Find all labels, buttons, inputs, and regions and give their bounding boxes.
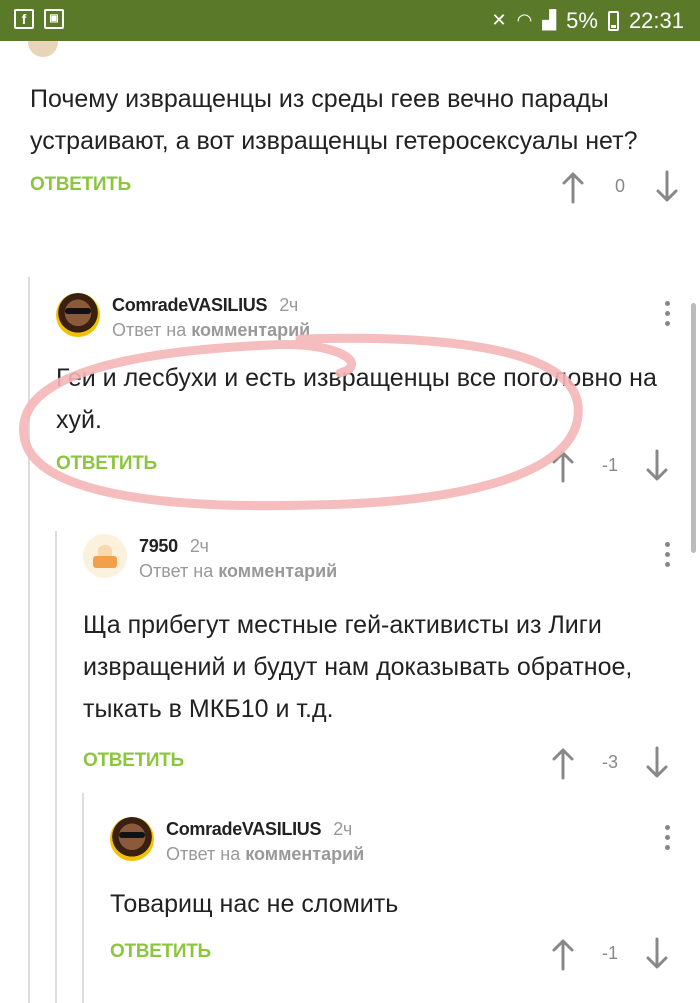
comment-item: ComradeVASILIUS 2ч Ответ на комментарий Г…	[56, 293, 670, 487]
avatar[interactable]	[83, 534, 127, 578]
username[interactable]: ComradeVASILIUS 2ч	[112, 295, 298, 316]
comment-actions: ОТВЕТИТЬ -1	[56, 447, 670, 487]
reply-target-link[interactable]: комментарий	[191, 320, 310, 340]
comment-item: 7950 2ч Ответ на комментарий Ща прибегут …	[83, 534, 670, 784]
previous-comment-header	[28, 41, 58, 57]
comment-text: Товарищ нас не сломить	[110, 890, 399, 918]
reply-target-link[interactable]: комментарий	[218, 561, 337, 581]
mute-icon: ✕	[491, 10, 507, 30]
comment-item: ComradeVASILIUS 2ч Ответ на комментарий Т…	[110, 817, 670, 975]
comment-time: 2ч	[333, 819, 352, 839]
avatar[interactable]	[56, 293, 100, 337]
upvote-icon[interactable]	[560, 170, 586, 204]
scrollbar[interactable]	[691, 303, 696, 553]
comment-time: 2ч	[279, 295, 298, 315]
reply-button[interactable]: ОТВЕТИТЬ	[83, 750, 184, 772]
reply-to-line: Ответ на комментарий	[166, 844, 365, 864]
username[interactable]: ComradeVASILIUS 2ч	[166, 819, 352, 840]
reply-button[interactable]: ОТВЕТИТЬ	[56, 453, 157, 475]
vote-controls: -3	[550, 744, 670, 784]
battery-percent: 5%	[566, 7, 598, 33]
upvote-icon[interactable]	[550, 937, 576, 971]
comment-header: ComradeVASILIUS 2ч Ответ на комментарий	[110, 817, 670, 871]
comment-score: -3	[601, 752, 618, 772]
avatar[interactable]	[110, 817, 154, 861]
comment-actions: ОТВЕТИТЬ -1	[110, 935, 670, 975]
reply-button[interactable]: ОТВЕТИТЬ	[110, 941, 211, 963]
upvote-icon[interactable]	[550, 746, 576, 780]
reply-to-line: Ответ на комментарий	[112, 320, 311, 340]
vote-controls: -1	[550, 447, 670, 487]
comment-score: 0	[614, 176, 625, 196]
status-bar: f ▣ ✕ ◠ ▟ 5% 22:31	[0, 0, 700, 41]
avatar	[28, 41, 58, 57]
downvote-icon[interactable]	[644, 746, 670, 780]
wifi-icon: ◠	[516, 10, 533, 30]
gallery-icon: ▣	[44, 9, 64, 29]
vote-controls: -1	[550, 935, 670, 975]
reply-to-line: Ответ на комментарий	[139, 561, 338, 581]
downvote-icon[interactable]	[654, 170, 680, 204]
facebook-icon: f	[14, 9, 34, 29]
more-options-icon[interactable]	[664, 825, 670, 850]
thread-line	[28, 277, 30, 1003]
username[interactable]: 7950 2ч	[139, 536, 209, 557]
comment-text: Ща прибегут местные гей-активисты из Лиг…	[83, 611, 633, 723]
comment-header: ComradeVASILIUS 2ч Ответ на комментарий	[56, 293, 670, 347]
downvote-icon[interactable]	[644, 937, 670, 971]
reply-target-link[interactable]: комментарий	[245, 844, 364, 864]
comment-time: 2ч	[189, 536, 209, 556]
comment-actions: ОТВЕТИТЬ 0	[30, 168, 680, 208]
comment-text: Почему извращенцы из среды геев вечно па…	[30, 85, 638, 155]
comment-header: 7950 2ч Ответ на комментарий	[83, 534, 670, 588]
thread-line	[82, 793, 84, 1003]
comments-feed[interactable]: Почему извращенцы из среды геев вечно па…	[0, 41, 700, 1003]
more-options-icon[interactable]	[664, 301, 670, 326]
thread-line	[55, 531, 57, 1003]
upvote-icon[interactable]	[550, 449, 576, 483]
more-options-icon[interactable]	[664, 542, 670, 567]
comment-text: Геи и лесбухи и есть извращенцы все пого…	[56, 364, 657, 434]
battery-icon	[607, 10, 619, 31]
comment-item: Почему извращенцы из среды геев вечно па…	[30, 78, 680, 208]
comment-score: -1	[601, 455, 618, 475]
reply-button[interactable]: ОТВЕТИТЬ	[30, 174, 131, 196]
downvote-icon[interactable]	[644, 449, 670, 483]
comment-score: -1	[601, 943, 618, 963]
clock: 22:31	[628, 7, 684, 33]
signal-icon: ▟	[542, 10, 557, 30]
comment-actions: ОТВЕТИТЬ -3	[83, 744, 670, 784]
vote-controls: 0	[560, 168, 680, 208]
